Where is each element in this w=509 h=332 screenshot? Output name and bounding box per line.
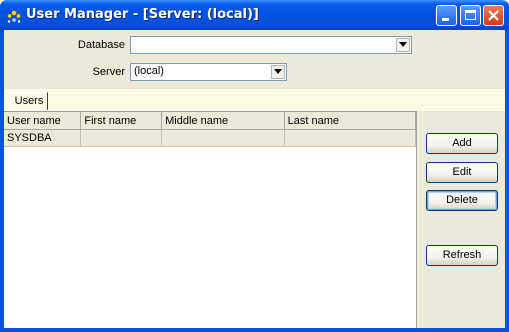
title-bar[interactable]: User Manager - [Server: (local)] <box>0 0 509 31</box>
server-combo[interactable]: (local) <box>130 63 287 81</box>
users-app-icon[interactable] <box>6 8 22 24</box>
tab-users[interactable]: Users <box>10 92 48 110</box>
column-header-middle-name[interactable]: Middle name <box>161 112 285 130</box>
delete-button[interactable]: Delete <box>426 190 498 211</box>
client-area: Database Server (local) Users User name … <box>4 30 505 328</box>
add-button[interactable]: Add <box>426 133 498 154</box>
chevron-down-icon <box>399 42 407 47</box>
server-label: Server <box>92 66 125 78</box>
database-label: Database <box>77 39 125 51</box>
table-row[interactable]: SYSDBA <box>4 129 417 147</box>
close-button[interactable] <box>483 5 504 26</box>
refresh-button[interactable]: Refresh <box>426 245 498 266</box>
users-grid[interactable]: User name First name Middle name Last na… <box>4 111 417 328</box>
cell-middle-name[interactable] <box>161 129 285 147</box>
column-header-last-name[interactable]: Last name <box>284 112 417 130</box>
server-dropdown-button[interactable] <box>271 65 285 79</box>
edit-button[interactable]: Edit <box>426 162 498 183</box>
database-dropdown-button[interactable] <box>396 38 410 52</box>
maximize-icon <box>465 10 476 20</box>
server-value: (local) <box>134 65 164 77</box>
cell-last-name[interactable] <box>284 129 417 147</box>
maximize-button[interactable] <box>460 5 481 26</box>
column-header-user-name[interactable]: User name <box>4 112 82 130</box>
chevron-down-icon <box>274 69 282 74</box>
grid-header-row: User name First name Middle name Last na… <box>4 112 417 130</box>
minimize-icon <box>442 18 449 21</box>
window-title: User Manager - [Server: (local)] <box>26 7 259 22</box>
minimize-button[interactable] <box>436 5 457 26</box>
cell-user-name[interactable]: SYSDBA <box>4 129 82 147</box>
tab-strip: Users <box>4 88 505 111</box>
close-icon <box>488 10 499 21</box>
user-manager-window: User Manager - [Server: (local)] Databas… <box>0 0 509 332</box>
column-header-first-name[interactable]: First name <box>80 112 163 130</box>
database-combo[interactable] <box>130 36 412 54</box>
cell-first-name[interactable] <box>80 129 163 147</box>
